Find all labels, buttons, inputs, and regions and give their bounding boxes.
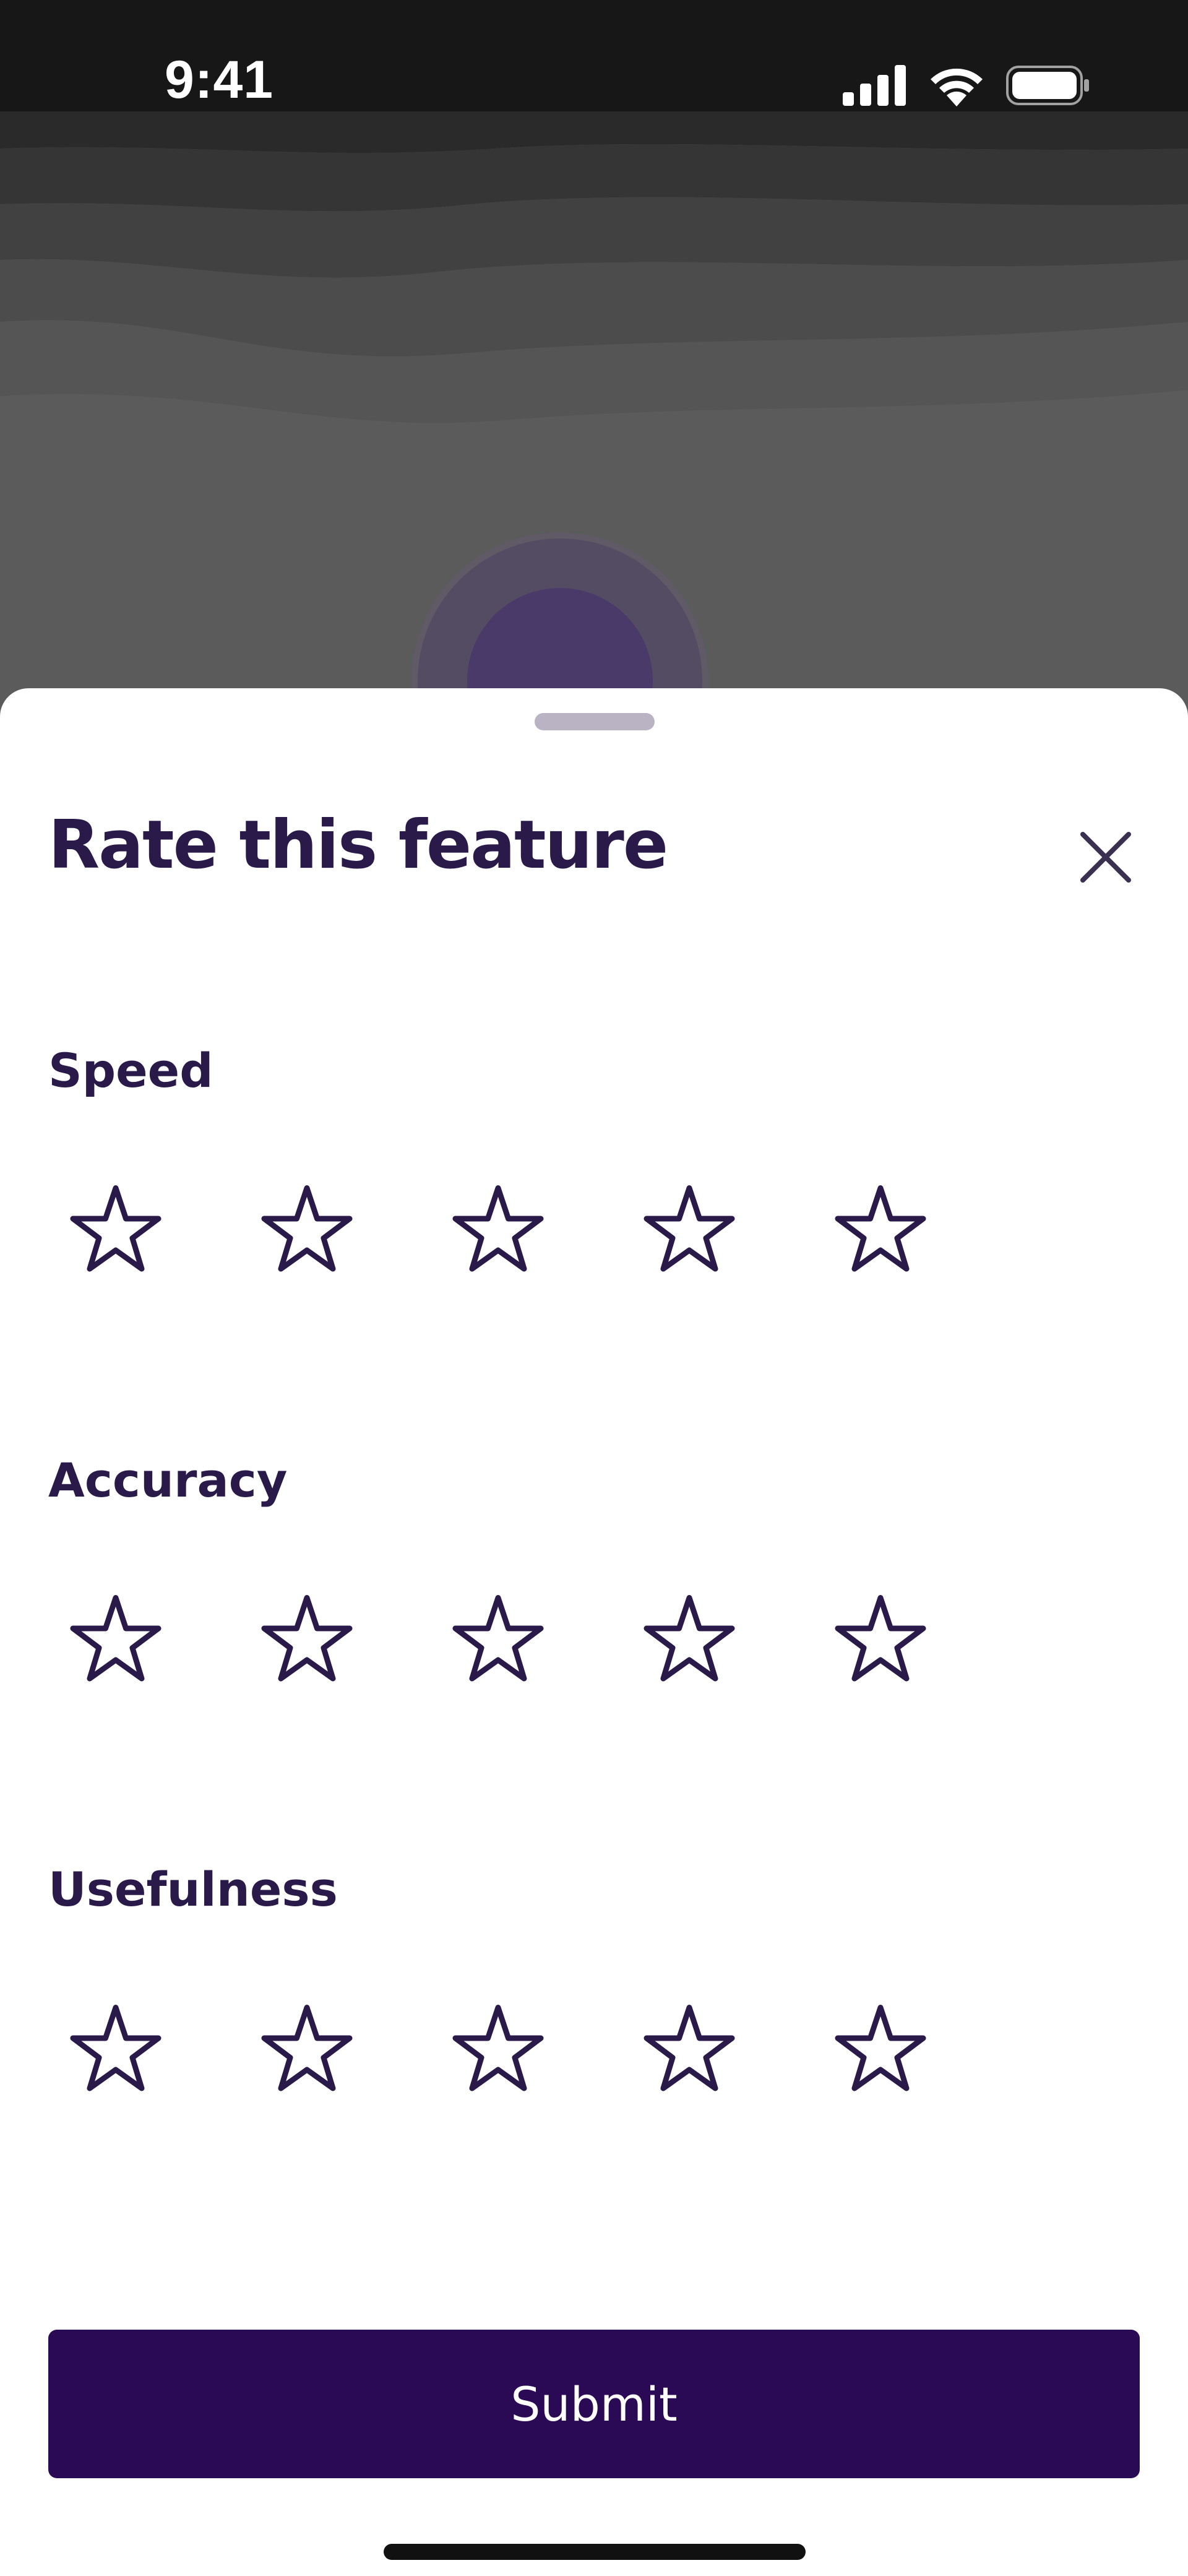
rating-label-speed: Speed xyxy=(48,1043,213,1098)
star-rating-speed[interactable] xyxy=(69,1183,927,1276)
status-icons xyxy=(843,64,1089,109)
star-icon[interactable] xyxy=(260,1593,353,1686)
star-icon[interactable] xyxy=(69,1593,162,1686)
star-icon[interactable] xyxy=(452,1593,544,1686)
home-indicator[interactable] xyxy=(384,2544,806,2560)
status-time: 9:41 xyxy=(165,50,274,110)
star-icon[interactable] xyxy=(643,1183,736,1276)
star-icon[interactable] xyxy=(260,2003,353,2096)
background-contour-decoration xyxy=(0,0,1188,743)
status-bar: 9:41 xyxy=(0,0,1188,111)
rating-label-usefulness: Usefulness xyxy=(48,1862,338,1917)
background-app-dimmed xyxy=(0,0,1188,743)
battery-icon xyxy=(1006,65,1089,108)
rating-bottom-sheet: Rate this feature Speed Accuracy Usefuln… xyxy=(0,688,1188,2576)
star-icon[interactable] xyxy=(643,2003,736,2096)
star-icon[interactable] xyxy=(834,2003,927,2096)
star-icon[interactable] xyxy=(260,1183,353,1276)
star-icon[interactable] xyxy=(69,2003,162,2096)
sheet-grabber-handle[interactable] xyxy=(535,713,655,730)
rating-label-accuracy: Accuracy xyxy=(48,1453,288,1508)
star-icon[interactable] xyxy=(834,1593,927,1686)
sheet-title: Rate this feature xyxy=(48,806,668,884)
star-icon[interactable] xyxy=(452,1183,544,1276)
wifi-icon xyxy=(928,64,985,110)
star-icon[interactable] xyxy=(834,1183,927,1276)
star-icon[interactable] xyxy=(69,1183,162,1276)
star-icon[interactable] xyxy=(452,2003,544,2096)
star-icon[interactable] xyxy=(643,1593,736,1686)
star-rating-usefulness[interactable] xyxy=(69,2003,927,2096)
submit-button[interactable]: Submit xyxy=(48,2330,1140,2478)
close-button[interactable] xyxy=(1072,824,1140,893)
cellular-signal-icon xyxy=(843,64,907,109)
close-icon xyxy=(1079,831,1132,887)
star-rating-accuracy[interactable] xyxy=(69,1593,927,1686)
